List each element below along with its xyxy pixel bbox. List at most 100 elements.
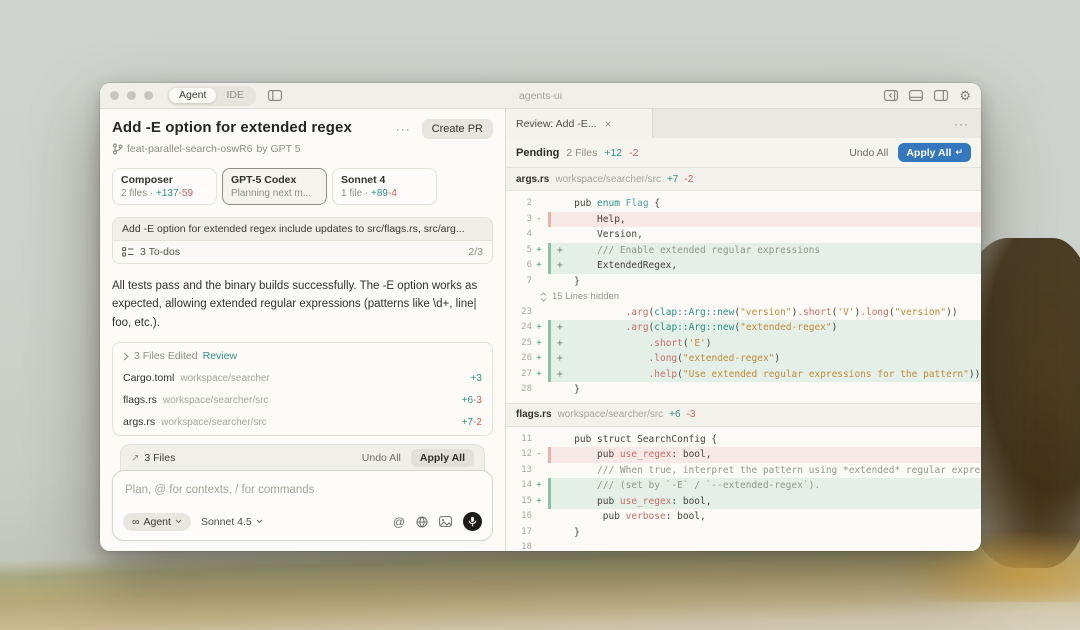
pending-label: Pending xyxy=(516,147,559,159)
code-line: pub use_regex: bool, xyxy=(551,447,981,463)
branch-name: feat-parallel-search-oswR6 xyxy=(127,143,252,155)
arrow-up-right-icon: ↗ xyxy=(131,453,139,464)
close-tab-icon[interactable]: × xyxy=(605,118,612,130)
todo-progress: 2/3 xyxy=(468,246,483,258)
tab-agent[interactable]: Agent xyxy=(169,88,216,103)
diff-gutter: 17 xyxy=(506,525,548,541)
diff-file-added: +7 xyxy=(667,174,678,185)
todo-count: 3 To-dos xyxy=(140,246,180,258)
diff-gutter: 28 xyxy=(506,382,548,398)
agent-stats: 2 files · +137-59 xyxy=(121,188,208,199)
diff-gutter: 25+ xyxy=(506,336,548,352)
collapse-left-panel-icon[interactable] xyxy=(884,90,898,101)
undo-all-button[interactable]: Undo All xyxy=(849,147,888,159)
gutter-sign xyxy=(532,509,546,525)
mention-icon[interactable]: @ xyxy=(393,515,405,529)
diff-gutter: 4 xyxy=(506,227,548,243)
code-line: + .arg(clap::Arg::new("extended-regex") xyxy=(551,320,981,336)
hidden-lines-row[interactable]: 15 Lines hidden xyxy=(506,289,981,305)
todo-summary[interactable]: Add -E option for extended regex include… xyxy=(113,218,492,241)
apply-all-button[interactable]: Apply All xyxy=(411,449,474,467)
agent-card-composer[interactable]: Composer 2 files · +137-59 xyxy=(112,168,217,205)
diff-row: 24++ .arg(clap::Arg::new("extended-regex… xyxy=(506,320,981,336)
files-edited-label: 3 Files Edited xyxy=(134,350,198,362)
gutter-sign: + xyxy=(532,494,546,510)
edited-file-row[interactable]: Cargo.toml workspace/searcher +3 xyxy=(113,367,492,389)
line-number: 15 xyxy=(506,494,532,510)
code-line: Help, xyxy=(551,212,981,228)
line-number: 14 xyxy=(506,478,532,494)
diff-file-header[interactable]: args.rsworkspace/searcher/src+7-2 xyxy=(506,168,981,191)
app-window: Agent IDE agents-ui xyxy=(100,83,981,551)
mic-button[interactable] xyxy=(463,512,482,531)
tab-ide[interactable]: IDE xyxy=(216,88,254,103)
diff-gutter: 23 xyxy=(506,305,548,321)
diff-file-name: args.rs xyxy=(516,174,549,185)
edited-file-row[interactable]: flags.rs workspace/searcher/src +6-3 xyxy=(113,389,492,411)
apply-all-button[interactable]: Apply All ↵ xyxy=(898,143,971,162)
code-line: } xyxy=(551,382,981,398)
line-number: 12 xyxy=(506,447,532,463)
tabbar-more-icon[interactable]: ··· xyxy=(942,117,981,131)
hidden-lines-label: 15 Lines hidden xyxy=(552,291,619,302)
model-dropdown[interactable]: Sonnet 4.5 xyxy=(201,516,263,528)
diff-gutter: 14+ xyxy=(506,478,548,494)
pending-bar: Pending 2 Files +12 -2 Undo All Apply Al… xyxy=(506,138,981,168)
bottom-panel-icon[interactable] xyxy=(909,90,923,101)
diff-body: 2 pub enum Flag {3- Help,4 Version,5++ /… xyxy=(506,191,981,403)
diff-line: .arg(clap::Arg::new("version").short('V'… xyxy=(548,305,981,321)
right-panel-icon[interactable] xyxy=(934,90,948,101)
diff-row: 26++ .long("extended-regex") xyxy=(506,351,981,367)
code-line: } xyxy=(551,274,981,290)
diff-line: pub verbose: bool, xyxy=(548,509,981,525)
image-icon[interactable] xyxy=(439,516,452,527)
zoom-window-button[interactable] xyxy=(144,91,153,100)
minimize-window-button[interactable] xyxy=(127,91,136,100)
create-pr-button[interactable]: Create PR xyxy=(422,119,493,139)
agent-card-gpt5-codex[interactable]: GPT-5 Codex Planning next m... xyxy=(222,168,327,205)
files-changed-link[interactable]: ↗ 3 Files xyxy=(131,452,175,464)
diff-line: } xyxy=(548,525,981,541)
diff-gutter: 12- xyxy=(506,447,548,463)
settings-gear-icon[interactable]: ⚙ xyxy=(959,89,971,102)
diff-line: /// (set by `-E` / `--extended-regex`). xyxy=(548,478,981,494)
line-number: 27 xyxy=(506,367,532,383)
line-number: 17 xyxy=(506,525,532,541)
gutter-sign xyxy=(532,525,546,541)
review-tab[interactable]: Review: Add -E... × xyxy=(506,109,653,138)
diff-line: /// When true, interpret the pattern usi… xyxy=(548,463,981,479)
line-number: 16 xyxy=(506,509,532,525)
code-line: pub enum Flag { xyxy=(551,196,981,212)
close-window-button[interactable] xyxy=(110,91,119,100)
mode-dropdown[interactable]: ∞ Agent xyxy=(123,513,191,531)
line-number: 13 xyxy=(506,463,532,479)
diff-file-header[interactable]: flags.rsworkspace/searcher/src+6-3 xyxy=(506,403,981,427)
window-titlebar: Agent IDE agents-ui xyxy=(100,83,981,109)
globe-icon[interactable] xyxy=(416,516,428,528)
agent-panel: Add -E option for extended regex ··· Cre… xyxy=(100,109,505,551)
files-edited-header[interactable]: 3 Files Edited Review xyxy=(113,345,492,367)
diff-row: 13 /// When true, interpret the pattern … xyxy=(506,463,981,479)
gutter-sign: - xyxy=(532,212,546,228)
diff-line: Version, xyxy=(548,227,981,243)
review-link[interactable]: Review xyxy=(203,350,237,362)
sidebar-toggle-icon[interactable] xyxy=(268,90,282,101)
diff-row: 12- pub use_regex: bool, xyxy=(506,447,981,463)
code-line: Version, xyxy=(551,227,981,243)
line-number: 6 xyxy=(506,258,532,274)
line-number: 5 xyxy=(506,243,532,259)
todo-row[interactable]: 3 To-dos 2/3 xyxy=(113,241,492,263)
agent-card-sonnet4[interactable]: Sonnet 4 1 file · +89-4 xyxy=(332,168,437,205)
line-number: 3 xyxy=(506,212,532,228)
diff-body: 11 pub struct SearchConfig {12- pub use_… xyxy=(506,427,981,552)
undo-all-button[interactable]: Undo All xyxy=(362,452,401,464)
agent-stats: 1 file · +89-4 xyxy=(341,188,428,199)
task-more-icon[interactable]: ··· xyxy=(394,121,413,137)
agent-name: Composer xyxy=(121,174,208,186)
prompt-input[interactable] xyxy=(123,484,486,496)
diff-row: 7 } xyxy=(506,274,981,290)
return-key-icon: ↵ xyxy=(955,147,963,158)
files-edited-box: 3 Files Edited Review Cargo.toml workspa… xyxy=(112,342,493,436)
diff-file-added: +6 xyxy=(669,409,680,420)
edited-file-row[interactable]: args.rs workspace/searcher/src +7-2 xyxy=(113,411,492,433)
